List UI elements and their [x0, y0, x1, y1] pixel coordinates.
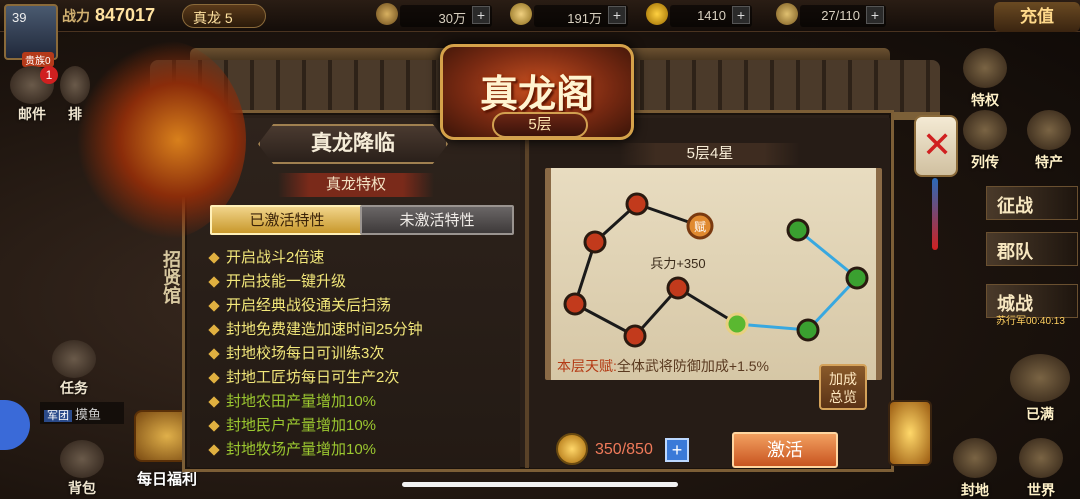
add-coins-button[interactable]: +: [608, 6, 626, 24]
avatar[interactable]: 39 贵族0: [4, 4, 58, 67]
list-item: 封地免费建造加速时间25分钟: [208, 318, 518, 342]
recharge-button[interactable]: 充值: [994, 2, 1080, 32]
level-label: 39: [12, 10, 27, 25]
fief-button[interactable]: 封地: [946, 438, 1004, 499]
cost-value: 350/850: [595, 441, 653, 458]
star-node-red[interactable]: [666, 276, 690, 300]
gold-ingot-icon: [646, 3, 668, 25]
privilege-heading: 真龙特权: [278, 173, 434, 197]
task-icon: [52, 340, 96, 378]
star-node-red[interactable]: [623, 324, 647, 348]
bag-icon: [60, 440, 104, 478]
section-divider: [525, 118, 529, 468]
list-item: 封地牧场产量增加10%: [208, 438, 518, 462]
list-item: 封地校场每日可训练3次: [208, 342, 518, 366]
resource-wheat[interactable]: 30万 +: [376, 3, 492, 27]
game-screen: 战力 847017 真龙 5 30万 + 191万 + 1410 + 27/110 + …: [0, 0, 1080, 499]
add-currency-button[interactable]: +: [665, 438, 689, 462]
close-button[interactable]: ✕: [914, 115, 958, 177]
privilege-button[interactable]: 特权: [954, 48, 1016, 110]
star-node-red[interactable]: [583, 230, 607, 254]
node-bonus-label: 兵力+350: [650, 256, 705, 271]
list-item: 开启技能一键升级: [208, 270, 518, 294]
granary-icon: [1010, 354, 1070, 402]
stamina-icon: [776, 3, 798, 25]
activate-button[interactable]: 激活: [732, 432, 838, 468]
specialty-button[interactable]: 特产: [1018, 110, 1080, 172]
add-stamina-button[interactable]: +: [866, 6, 884, 24]
star-node-green[interactable]: [796, 318, 820, 342]
county-button[interactable]: 郡队: [986, 232, 1078, 266]
dragon-coin-icon: [556, 433, 588, 465]
star-map: 赋 兵力+350: [563, 192, 869, 348]
section-subtitle: 真龙降临: [258, 124, 448, 164]
biography-icon: [963, 110, 1007, 150]
power-display: 战力 847017: [62, 5, 156, 25]
list-item: 开启经典战役通关后扫荡: [208, 294, 518, 318]
campaign-button[interactable]: 征战: [986, 186, 1078, 220]
bonus-overview-button[interactable]: 加成 总览: [819, 364, 867, 410]
specialty-icon: [1027, 110, 1071, 150]
coins-icon: [510, 3, 532, 25]
feature-list: 开启战斗2倍速 开启技能一键升级 开启经典战役通关后扫荡 封地免费建造加速时间2…: [208, 246, 518, 462]
tassel-decoration: [932, 178, 938, 250]
task-button[interactable]: 任务: [44, 340, 104, 396]
crown-icon: [963, 48, 1007, 88]
home-indicator[interactable]: [402, 482, 678, 487]
star-node-green[interactable]: [845, 266, 869, 290]
floor-talent-text: 本层天赋:全体武将防御加成+1.5%: [557, 358, 769, 374]
list-item: 开启战斗2倍速: [208, 246, 518, 270]
world-button[interactable]: 世界: [1010, 438, 1072, 499]
city-battle-timer: 苏行军00:40:13: [996, 316, 1065, 327]
star-node-green[interactable]: [786, 218, 810, 242]
rank-badge[interactable]: 真龙 5: [182, 4, 266, 28]
bag-button[interactable]: 背包: [52, 440, 112, 496]
star-node-red[interactable]: [625, 192, 649, 216]
lantern-icon: [888, 400, 932, 466]
top-bar: 战力 847017 真龙 5 30万 + 191万 + 1410 + 27/110 + …: [0, 0, 1080, 32]
vip-badge: 贵族0: [22, 52, 54, 67]
tab-activated-features[interactable]: 已激活特性: [210, 205, 364, 235]
floor-tag: 5层: [492, 112, 588, 138]
biography-button[interactable]: 列传: [954, 110, 1016, 172]
fief-icon: [953, 438, 997, 478]
chat-bar[interactable]: 军团 摸鱼: [40, 402, 124, 424]
floor-star-heading: 5层4星: [620, 143, 800, 165]
talent-node-badge: 赋: [694, 220, 706, 234]
recruit-hall-sign[interactable]: 招贤馆: [160, 250, 184, 340]
chat-channel-tag: 军团: [44, 410, 72, 422]
panel-title: 真龙阁: [479, 71, 594, 116]
power-value: 847017: [95, 5, 156, 25]
active-links: [736, 228, 860, 332]
resource-stamina[interactable]: 27/110 +: [776, 3, 886, 27]
mail-badge: 1: [40, 66, 58, 84]
tab-inactive-features[interactable]: 未激活特性: [360, 205, 514, 235]
star-node-red[interactable]: [563, 292, 587, 316]
wheat-icon: [376, 3, 398, 25]
list-item: 封地工匠坊每日可生产2次: [208, 366, 518, 390]
add-wheat-button[interactable]: +: [472, 6, 490, 24]
close-icon: ✕: [922, 124, 953, 165]
star-node-green[interactable]: [725, 312, 749, 336]
list-item: 封地民户产量增加10%: [208, 414, 518, 438]
resource-gold[interactable]: 1410 +: [646, 3, 752, 27]
gamepad-button[interactable]: [0, 400, 30, 450]
add-gold-button[interactable]: +: [732, 6, 750, 24]
granary-button[interactable]: 已满: [1006, 354, 1074, 424]
resource-coins[interactable]: 191万 +: [510, 3, 628, 27]
list-item: 封地农田产量增加10%: [208, 390, 518, 414]
world-icon: [1019, 438, 1063, 478]
